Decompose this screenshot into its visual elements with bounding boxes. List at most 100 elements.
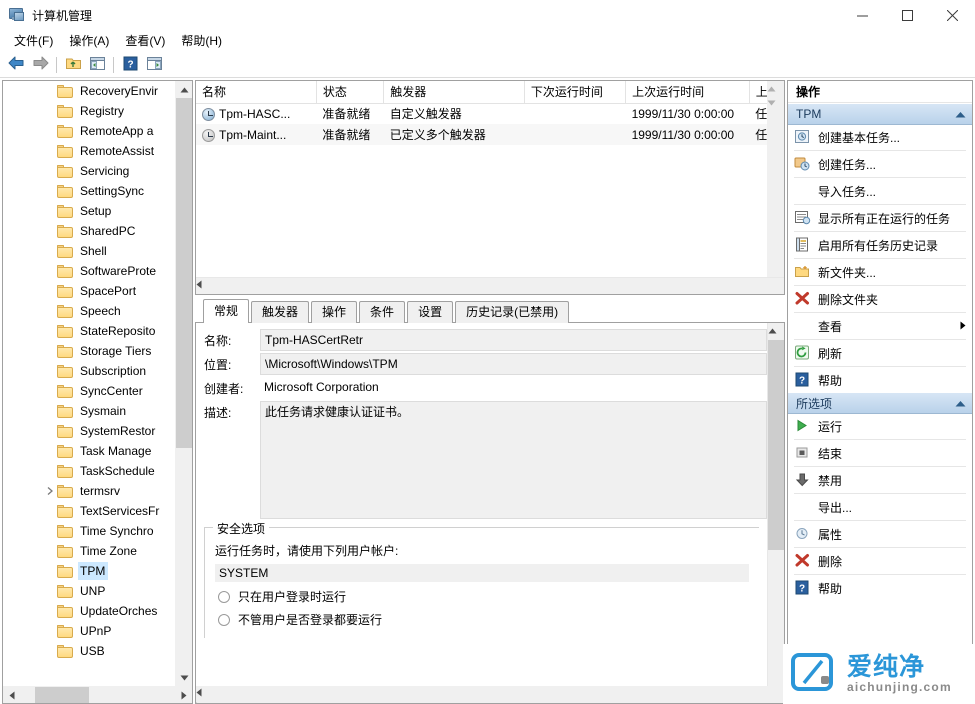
location-value[interactable]: \Microsoft\Windows\TPM	[260, 353, 767, 375]
tree-horizontal-scrollbar[interactable]	[3, 686, 192, 703]
action-create-task[interactable]: 创建任务...	[788, 152, 972, 176]
table-row[interactable]: Tpm-Maint...准备就绪已定义多个触发器1999/11/30 0:00:…	[196, 124, 767, 145]
action-refresh[interactable]: 刷新	[788, 341, 972, 365]
detail-vscroll-thumb[interactable]	[768, 340, 785, 550]
detail-vertical-scrollbar[interactable]	[767, 323, 784, 686]
tree-item-storage-tiers[interactable]: Storage Tiers	[3, 341, 175, 361]
tree-item-systemrestor[interactable]: SystemRestor	[3, 421, 175, 441]
run-as-account-value[interactable]: SYSTEM	[215, 564, 749, 582]
tree-item-settingsync[interactable]: SettingSync	[3, 181, 175, 201]
action-help-selected[interactable]: ?帮助	[788, 576, 972, 600]
tab-4[interactable]: 设置	[407, 301, 453, 323]
action-end[interactable]: 结束	[788, 441, 972, 465]
action-show-running-tasks[interactable]: 显示所有正在运行的任务	[788, 206, 972, 230]
action-disable[interactable]: 禁用	[788, 468, 972, 492]
tree-item-servicing[interactable]: Servicing	[3, 161, 175, 181]
tree-scroll-down-button[interactable]	[176, 669, 192, 686]
col-header-triggers[interactable]: 触发器	[384, 81, 525, 103]
radio-button-any-user[interactable]	[218, 614, 230, 626]
tree-item-spaceport[interactable]: SpacePort	[3, 281, 175, 301]
tree-item-sysmain[interactable]: Sysmain	[3, 401, 175, 421]
tab-1[interactable]: 触发器	[251, 301, 309, 323]
chevron-up-icon[interactable]	[955, 107, 966, 121]
col-header-last-run-time[interactable]: 上次运行时间	[626, 81, 750, 103]
detail-horizontal-scrollbar[interactable]	[196, 686, 784, 703]
tree-item-termsrv[interactable]: termsrv	[3, 481, 175, 501]
radio-run-only-when-logged-on[interactable]: 只在用户登录时运行	[215, 588, 749, 605]
detail-scroll-up-button[interactable]	[768, 323, 784, 337]
tree-item-shell[interactable]: Shell	[3, 241, 175, 261]
tree-item-setup[interactable]: Setup	[3, 201, 175, 221]
tree-item-sharedpc[interactable]: SharedPC	[3, 221, 175, 241]
action-create-basic-task[interactable]: 创建基本任务...	[788, 125, 972, 149]
col-header-last-run-result[interactable]: 上次运行结果	[749, 81, 767, 103]
menu-view[interactable]: 查看(V)	[117, 31, 173, 51]
radio-button-logged-on[interactable]	[218, 591, 230, 603]
tasklist-scroll-right-button[interactable]	[196, 292, 784, 295]
tree-item-softwareprote[interactable]: SoftwareProte	[3, 261, 175, 281]
action-export[interactable]: 导出...	[788, 495, 972, 519]
tree-item-synccenter[interactable]: SyncCenter	[3, 381, 175, 401]
tree-item-remoteapp-a[interactable]: RemoteApp a	[3, 121, 175, 141]
up-one-level-button[interactable]	[61, 54, 85, 76]
task-list-vertical-scrollbar[interactable]	[767, 81, 784, 277]
tasklist-scroll-left-button[interactable]	[196, 278, 784, 292]
tree-scroll-thumb[interactable]	[176, 98, 192, 448]
tree-item-time-synchro[interactable]: Time Synchro	[3, 521, 175, 541]
tree-item-task-manage[interactable]: Task Manage	[3, 441, 175, 461]
tab-0[interactable]: 常规	[203, 299, 249, 323]
action-import-task[interactable]: 导入任务...	[788, 179, 972, 203]
tree-item-unp[interactable]: UNP	[3, 581, 175, 601]
tree-scroll-left-button[interactable]	[3, 687, 20, 704]
description-value[interactable]: 此任务请求健康认证证书。	[260, 401, 767, 519]
chevron-up-icon[interactable]	[955, 396, 966, 410]
col-header-status[interactable]: 状态	[316, 81, 383, 103]
close-button[interactable]	[930, 0, 975, 30]
actions-group-tpm[interactable]: TPM	[788, 103, 972, 125]
tree-hscroll-thumb[interactable]	[35, 687, 89, 704]
back-button[interactable]	[4, 54, 28, 76]
detail-scroll-left-button[interactable]	[196, 686, 784, 700]
tree-item-remoteassist[interactable]: RemoteAssist	[3, 141, 175, 161]
tree-vertical-scrollbar[interactable]	[175, 81, 192, 686]
col-header-next-run-time[interactable]: 下次运行时间	[524, 81, 625, 103]
show-hide-console-tree-button[interactable]	[85, 54, 109, 76]
tab-5[interactable]: 历史记录(已禁用)	[455, 301, 569, 323]
tree-item-speech[interactable]: Speech	[3, 301, 175, 321]
menu-file[interactable]: 文件(F)	[6, 31, 61, 51]
tasklist-scroll-down-button[interactable]	[767, 95, 784, 109]
tree-item-recoveryenvir[interactable]: RecoveryEnvir	[3, 81, 175, 101]
tree-scroll-up-button[interactable]	[176, 81, 192, 98]
task-list-horizontal-scrollbar[interactable]	[196, 277, 784, 294]
chevron-right-icon[interactable]	[45, 486, 55, 496]
tree-item-textservicesfr[interactable]: TextServicesFr	[3, 501, 175, 521]
menu-action[interactable]: 操作(A)	[61, 31, 117, 51]
col-header-name[interactable]: 名称	[196, 81, 316, 103]
tree-item-time-zone[interactable]: Time Zone	[3, 541, 175, 561]
detail-scroll-right-button[interactable]	[196, 700, 784, 704]
tree-item-subscription[interactable]: Subscription	[3, 361, 175, 381]
action-new-folder[interactable]: 新文件夹...	[788, 260, 972, 284]
table-row[interactable]: Tpm-HASC...准备就绪自定义触发器1999/11/30 0:00:00任…	[196, 103, 767, 124]
help-button[interactable]: ?	[118, 54, 142, 76]
tree-scroll-right-button[interactable]	[175, 687, 192, 704]
tree-item-statereposito[interactable]: StateReposito	[3, 321, 175, 341]
forward-button[interactable]	[28, 54, 52, 76]
show-hide-action-pane-button[interactable]	[142, 54, 166, 76]
maximize-button[interactable]	[885, 0, 930, 30]
tree-item-tpm[interactable]: TPM	[3, 561, 175, 581]
name-value[interactable]: Tpm-HASCertRetr	[260, 329, 767, 351]
action-delete-folder[interactable]: 删除文件夹	[788, 287, 972, 311]
tasklist-scroll-up-button[interactable]	[767, 81, 784, 95]
action-help[interactable]: ?帮助	[788, 368, 972, 392]
menu-help[interactable]: 帮助(H)	[173, 31, 230, 51]
tree-item-upnp[interactable]: UPnP	[3, 621, 175, 641]
radio-run-whether-logged-on-or-not[interactable]: 不管用户是否登录都要运行	[215, 611, 749, 628]
actions-group-selected-item[interactable]: 所选项	[788, 392, 972, 414]
tree-item-usb[interactable]: USB	[3, 641, 175, 661]
author-value[interactable]: Microsoft Corporation	[260, 377, 767, 399]
tree-item-updateorches[interactable]: UpdateOrches	[3, 601, 175, 621]
action-properties[interactable]: 属性	[788, 522, 972, 546]
tab-2[interactable]: 操作	[311, 301, 357, 323]
tab-3[interactable]: 条件	[359, 301, 405, 323]
